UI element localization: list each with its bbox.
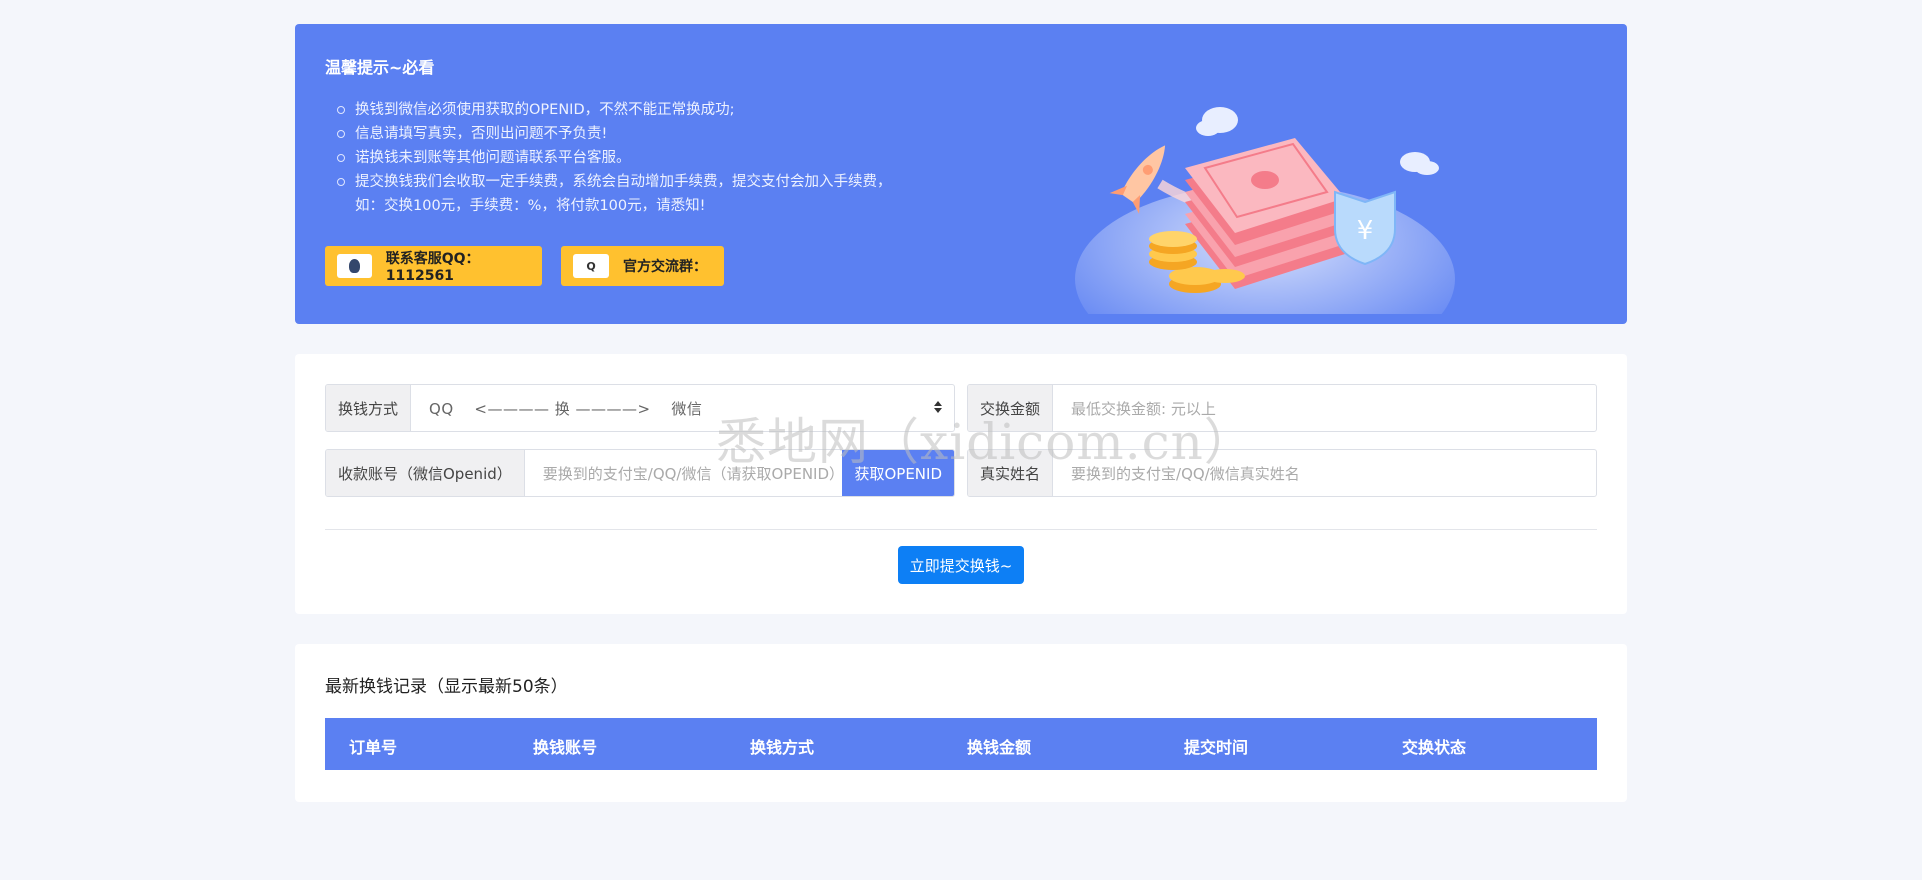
group-icon: Q xyxy=(573,254,609,278)
col-method: 换钱方式 xyxy=(750,738,815,757)
exchange-method-label: 换钱方式 xyxy=(326,385,412,431)
contact-qq-label: 联系客服QQ：1112561 xyxy=(385,251,480,284)
exchange-method-select[interactable]: QQ <———— 换 ————> 微信 xyxy=(411,385,954,431)
col-amount: 换钱金额 xyxy=(967,738,1032,757)
submit-exchange-button[interactable]: 立即提交换钱~ xyxy=(898,546,1024,584)
exchange-method-group: 换钱方式 QQ <———— 换 ————> 微信 xyxy=(325,384,955,432)
account-input[interactable]: 要换到的支付宝/QQ/微信（请获取OPENID） xyxy=(525,450,843,496)
exchange-amount-label: 交换金额 xyxy=(968,385,1054,431)
records-card: 最新换钱记录（显示最新50条） 订单号 换钱账号 换钱方式 换钱金额 提交时间 … xyxy=(295,644,1627,802)
bullet-icon xyxy=(337,154,345,162)
records-title: 最新换钱记录（显示最新50条） xyxy=(325,677,568,697)
col-order-no: 订单号 xyxy=(349,738,398,757)
contact-qq-button[interactable]: 联系客服QQ：1112561 xyxy=(325,246,542,286)
official-group-label: 官方交流群： xyxy=(623,259,707,275)
notice-list: 换钱到微信必须使用获取的OPENID，不然不能正常换成功; 信息请填写真实，否则… xyxy=(325,98,965,218)
account-group: 收款账号（微信Openid） 要换到的支付宝/QQ/微信（请获取OPENID） … xyxy=(325,449,955,497)
col-account: 换钱账号 xyxy=(533,738,598,757)
real-name-label: 真实姓名 xyxy=(968,450,1054,496)
bullet-icon xyxy=(337,106,345,114)
notice-item-continued: 如：交换100元，手续费：%，将付款100元，请悉知! xyxy=(355,198,706,214)
real-name-group: 真实姓名 要换到的支付宝/QQ/微信真实姓名 xyxy=(967,449,1597,497)
notice-banner: 温馨提示~必看 换钱到微信必须使用获取的OPENID，不然不能正常换成功; 信息… xyxy=(295,24,1627,324)
exchange-form-card: 换钱方式 QQ <———— 换 ————> 微信 交换金额 最低交换金额: 元以… xyxy=(295,354,1627,614)
select-arrows-icon xyxy=(934,401,942,413)
account-label: 收款账号（微信Openid） xyxy=(326,450,525,496)
qq-icon xyxy=(337,254,372,278)
records-table-header: 订单号 换钱账号 换钱方式 换钱金额 提交时间 交换状态 xyxy=(325,718,1597,770)
notice-item: 换钱到微信必须使用获取的OPENID，不然不能正常换成功; xyxy=(325,98,965,122)
divider xyxy=(325,529,1597,530)
money-illustration-icon: ¥ xyxy=(1075,107,1455,314)
col-submit-time: 提交时间 xyxy=(1184,738,1249,757)
exchange-amount-group: 交换金额 最低交换金额: 元以上 xyxy=(967,384,1597,432)
real-name-input[interactable]: 要换到的支付宝/QQ/微信真实姓名 xyxy=(1053,450,1596,496)
official-group-button[interactable]: Q 官方交流群： xyxy=(561,246,724,286)
notice-item: 信息请填写真实，否则出问题不予负责! xyxy=(325,122,965,146)
svg-text:¥: ¥ xyxy=(1357,216,1374,246)
notice-item: 提交换钱我们会收取一定手续费，系统会自动增加手续费，提交支付会加入手续费， xyxy=(325,170,965,194)
get-openid-button[interactable]: 获取OPENID xyxy=(842,450,954,496)
col-status: 交换状态 xyxy=(1402,738,1467,757)
bullet-icon xyxy=(337,178,345,186)
bullet-icon xyxy=(337,130,345,138)
notice-item: 诺换钱未到账等其他问题请联系平台客服。 xyxy=(325,146,965,170)
notice-title: 温馨提示~必看 xyxy=(325,58,435,77)
exchange-amount-input[interactable]: 最低交换金额: 元以上 xyxy=(1053,385,1596,431)
